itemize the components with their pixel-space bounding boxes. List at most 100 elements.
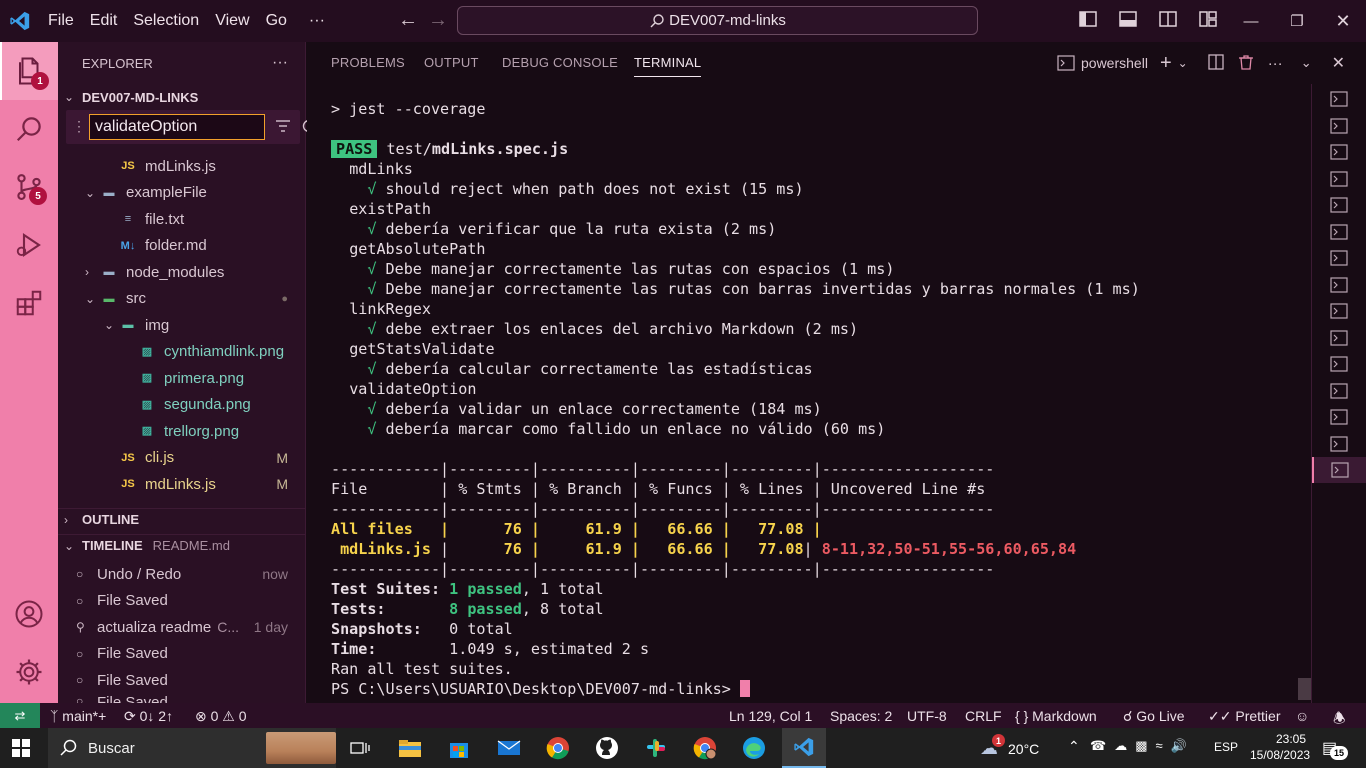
timeline-item[interactable]: ○ Undo / Redo now bbox=[58, 561, 306, 587]
indentation[interactable]: Spaces: 2 bbox=[830, 708, 892, 724]
tab-problems[interactable]: PROBLEMS bbox=[331, 55, 405, 70]
chrome-profile-icon[interactable] bbox=[690, 734, 720, 762]
prettier-status[interactable]: ✓✓ Prettier bbox=[1208, 708, 1280, 725]
tree-item[interactable]: JS mdLinks.js bbox=[58, 153, 306, 179]
forward-arrow-icon[interactable]: → bbox=[428, 9, 448, 32]
tab-output[interactable]: OUTPUT bbox=[424, 55, 479, 70]
terminal-instance[interactable] bbox=[1312, 139, 1366, 165]
terminal-instance[interactable] bbox=[1312, 272, 1366, 298]
run-debug-activity[interactable] bbox=[0, 216, 58, 274]
task-view-icon[interactable] bbox=[345, 734, 375, 762]
tree-filter-input[interactable]: validateOption bbox=[89, 114, 265, 140]
problems-status[interactable]: ⊗ 0 ⚠ 0 bbox=[195, 708, 247, 725]
accounts-status-icon[interactable]: ☺ bbox=[1295, 708, 1309, 724]
explorer-activity[interactable]: 1 bbox=[0, 42, 58, 100]
input-language[interactable]: ESP bbox=[1214, 740, 1238, 754]
maximize-panel-icon[interactable]: ⌄ bbox=[1301, 55, 1312, 71]
workspace-header[interactable]: ⌄ DEV007-MD-LINKS bbox=[58, 87, 306, 107]
command-center[interactable]: DEV007-md-links bbox=[457, 6, 978, 35]
terminal-instance[interactable] bbox=[1312, 378, 1366, 404]
tab-terminal[interactable]: TERMINAL bbox=[634, 55, 702, 77]
panel-more-button[interactable]: ··· bbox=[1268, 55, 1283, 72]
tree-item[interactable]: JS mdLinks.js M bbox=[58, 471, 306, 497]
search-activity[interactable] bbox=[0, 100, 58, 158]
menu-edit[interactable]: Edit bbox=[82, 12, 126, 30]
outline-header[interactable]: › OUTLINE bbox=[58, 508, 306, 530]
go-live-button[interactable]: ☌ Go Live bbox=[1123, 708, 1185, 725]
customize-layout-icon[interactable] bbox=[1188, 11, 1228, 31]
tree-item[interactable]: M↓ folder.md bbox=[58, 233, 306, 259]
clock[interactable]: 23:05 15/08/2023 bbox=[1250, 731, 1310, 763]
remote-indicator[interactable]: ⇄ bbox=[0, 703, 40, 728]
github-icon[interactable] bbox=[592, 734, 622, 762]
windows-start-button[interactable] bbox=[12, 739, 30, 757]
close-panel-icon[interactable]: ✕ bbox=[1332, 53, 1345, 73]
chevron-down-icon[interactable]: ⌄ bbox=[1178, 56, 1188, 70]
source-control-activity[interactable]: 5 bbox=[0, 158, 58, 216]
branch-status[interactable]: ᛉ main*+ bbox=[50, 708, 106, 724]
terminal-scrollbar[interactable] bbox=[1298, 678, 1311, 700]
tree-item[interactable]: ▨ cynthiamdlink.png bbox=[58, 339, 306, 365]
taskbar-search[interactable]: Buscar bbox=[48, 728, 336, 768]
file-explorer-icon[interactable] bbox=[395, 734, 425, 762]
timeline-item[interactable]: ○ File Saved bbox=[58, 588, 306, 614]
terminal-instance[interactable] bbox=[1312, 298, 1366, 324]
tree-item[interactable]: › ▬ node_modules bbox=[58, 259, 306, 285]
tree-item[interactable]: JS cli.js M bbox=[58, 445, 306, 471]
tray-icons[interactable]: ☎☁▩≈🔊 bbox=[1090, 738, 1195, 754]
tray-chevron-icon[interactable]: ⌃ bbox=[1068, 738, 1080, 755]
timeline-header[interactable]: ⌄ TIMELINE README.md bbox=[58, 534, 306, 556]
notifications-button[interactable]: ▤ 15 bbox=[1322, 738, 1348, 760]
terminal-instance[interactable] bbox=[1312, 431, 1366, 457]
menu-file[interactable]: File bbox=[40, 12, 82, 30]
terminal-output[interactable]: > jest --coverage PASS test/mdLinks.spec… bbox=[331, 99, 1321, 699]
tree-item[interactable]: ▨ trellorg.png bbox=[58, 418, 306, 444]
terminal-instance[interactable] bbox=[1312, 219, 1366, 245]
trash-icon[interactable] bbox=[1238, 54, 1254, 73]
sync-status[interactable]: ⟳ 0↓ 2↑ bbox=[124, 708, 173, 725]
new-terminal-icon[interactable]: + bbox=[1160, 52, 1172, 75]
tree-item[interactable]: ≡ file.txt bbox=[58, 206, 306, 232]
timeline-item[interactable]: ○ File Saved bbox=[58, 641, 306, 667]
menu-more[interactable]: ··· bbox=[301, 12, 333, 30]
cursor-position[interactable]: Ln 129, Col 1 bbox=[729, 708, 812, 724]
tab-debug-console[interactable]: DEBUG CONSOLE bbox=[502, 55, 618, 70]
terminal-instance[interactable] bbox=[1312, 166, 1366, 192]
mail-icon[interactable] bbox=[494, 734, 524, 762]
line-endings[interactable]: CRLF bbox=[965, 708, 1002, 724]
toggle-secondary-sidebar-icon[interactable] bbox=[1148, 11, 1188, 31]
vscode-taskbar-icon[interactable] bbox=[782, 728, 826, 768]
terminal-instance[interactable] bbox=[1312, 245, 1366, 271]
manage-activity[interactable] bbox=[0, 643, 58, 701]
tree-item[interactable]: ⌄ ▬ src ● bbox=[58, 286, 306, 312]
microsoft-store-icon[interactable] bbox=[444, 734, 474, 762]
explorer-more-button[interactable]: ··· bbox=[272, 54, 288, 72]
terminal-instance[interactable] bbox=[1312, 351, 1366, 377]
terminal-instance[interactable] bbox=[1312, 192, 1366, 218]
slack-icon[interactable] bbox=[641, 734, 671, 762]
filter-icon[interactable] bbox=[275, 119, 291, 137]
toggle-sidebar-icon[interactable] bbox=[1068, 11, 1108, 31]
terminal-instance[interactable] bbox=[1312, 457, 1366, 483]
timeline-item[interactable]: ○ File Saved bbox=[58, 667, 306, 693]
shell-name[interactable]: powershell bbox=[1081, 55, 1148, 71]
menu-view[interactable]: View bbox=[207, 12, 257, 30]
menu-selection[interactable]: Selection bbox=[125, 12, 207, 30]
edge-icon[interactable] bbox=[739, 734, 769, 762]
accounts-activity[interactable] bbox=[0, 585, 58, 643]
terminal-instance[interactable] bbox=[1312, 113, 1366, 139]
chrome-icon[interactable] bbox=[543, 734, 573, 762]
tree-item[interactable]: ▨ primera.png bbox=[58, 365, 306, 391]
menu-go[interactable]: Go bbox=[258, 12, 295, 30]
terminal-instance[interactable] bbox=[1312, 325, 1366, 351]
split-terminal-icon[interactable] bbox=[1208, 53, 1224, 73]
language-mode[interactable]: { } Markdown bbox=[1015, 708, 1097, 724]
timeline-item[interactable]: ⚲ actualiza readme C... 1 day bbox=[58, 614, 306, 640]
toggle-panel-icon[interactable] bbox=[1108, 11, 1148, 31]
tree-item[interactable]: ⌄ ▬ img bbox=[58, 312, 306, 338]
minimize-icon[interactable]: — bbox=[1228, 13, 1274, 30]
restore-icon[interactable]: ❐ bbox=[1274, 12, 1320, 30]
terminal-instance[interactable] bbox=[1312, 404, 1366, 430]
terminal-instance[interactable] bbox=[1312, 86, 1366, 112]
extensions-activity[interactable] bbox=[0, 274, 58, 332]
